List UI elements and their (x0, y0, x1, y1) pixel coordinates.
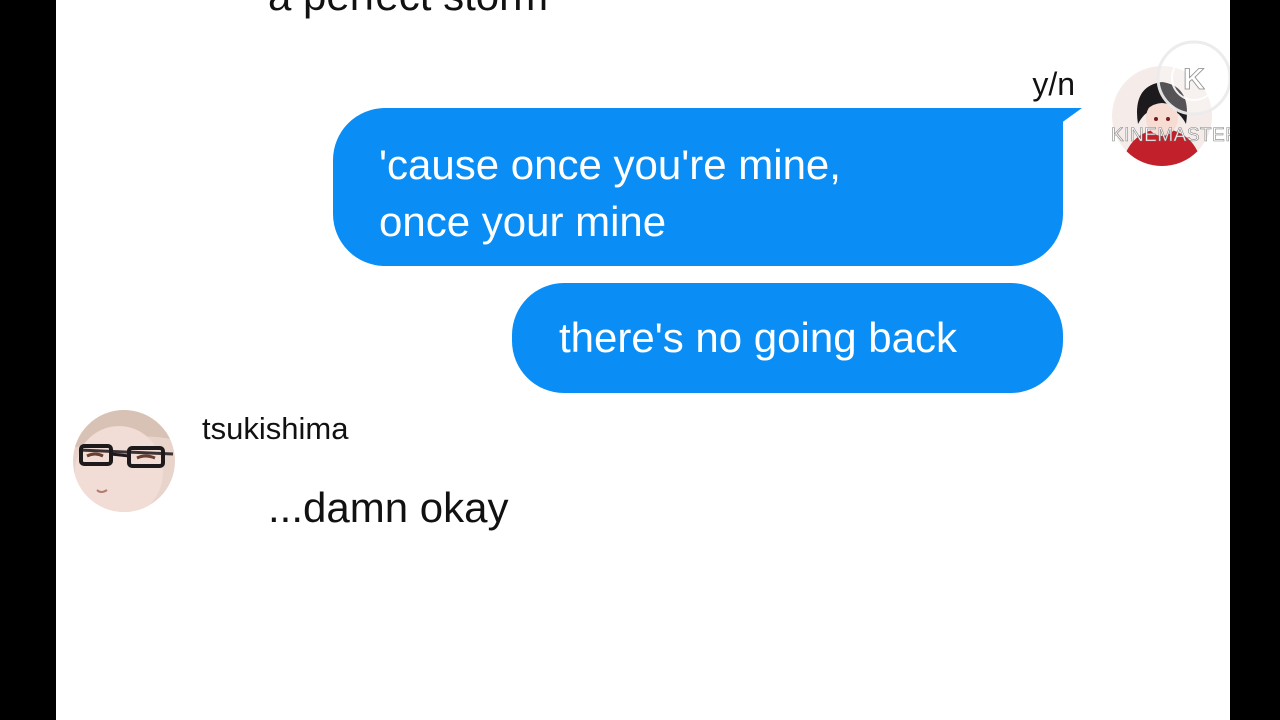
previous-message: a perfect storm (268, 0, 548, 20)
outgoing-message-bubble[interactable]: 'cause once you're mine, once your mine (333, 108, 1063, 266)
chat-canvas: a perfect storm y/n K KINEMASTER 'cause … (56, 0, 1230, 720)
message-text: there's no going back (559, 314, 957, 361)
incoming-message[interactable]: ...damn okay (268, 484, 508, 532)
incoming-avatar[interactable] (73, 410, 175, 512)
watermark-letter: K (1183, 63, 1205, 96)
watermark-text: KINEMASTER (1111, 125, 1230, 147)
avatar-image (73, 410, 175, 512)
message-line: once your mine (379, 198, 667, 245)
outgoing-message-bubble[interactable]: there's no going back (512, 283, 1063, 393)
outgoing-sender-name: y/n (1032, 66, 1075, 102)
message-line: 'cause once you're mine, (379, 141, 841, 188)
incoming-sender-name: tsukishima (202, 411, 349, 446)
